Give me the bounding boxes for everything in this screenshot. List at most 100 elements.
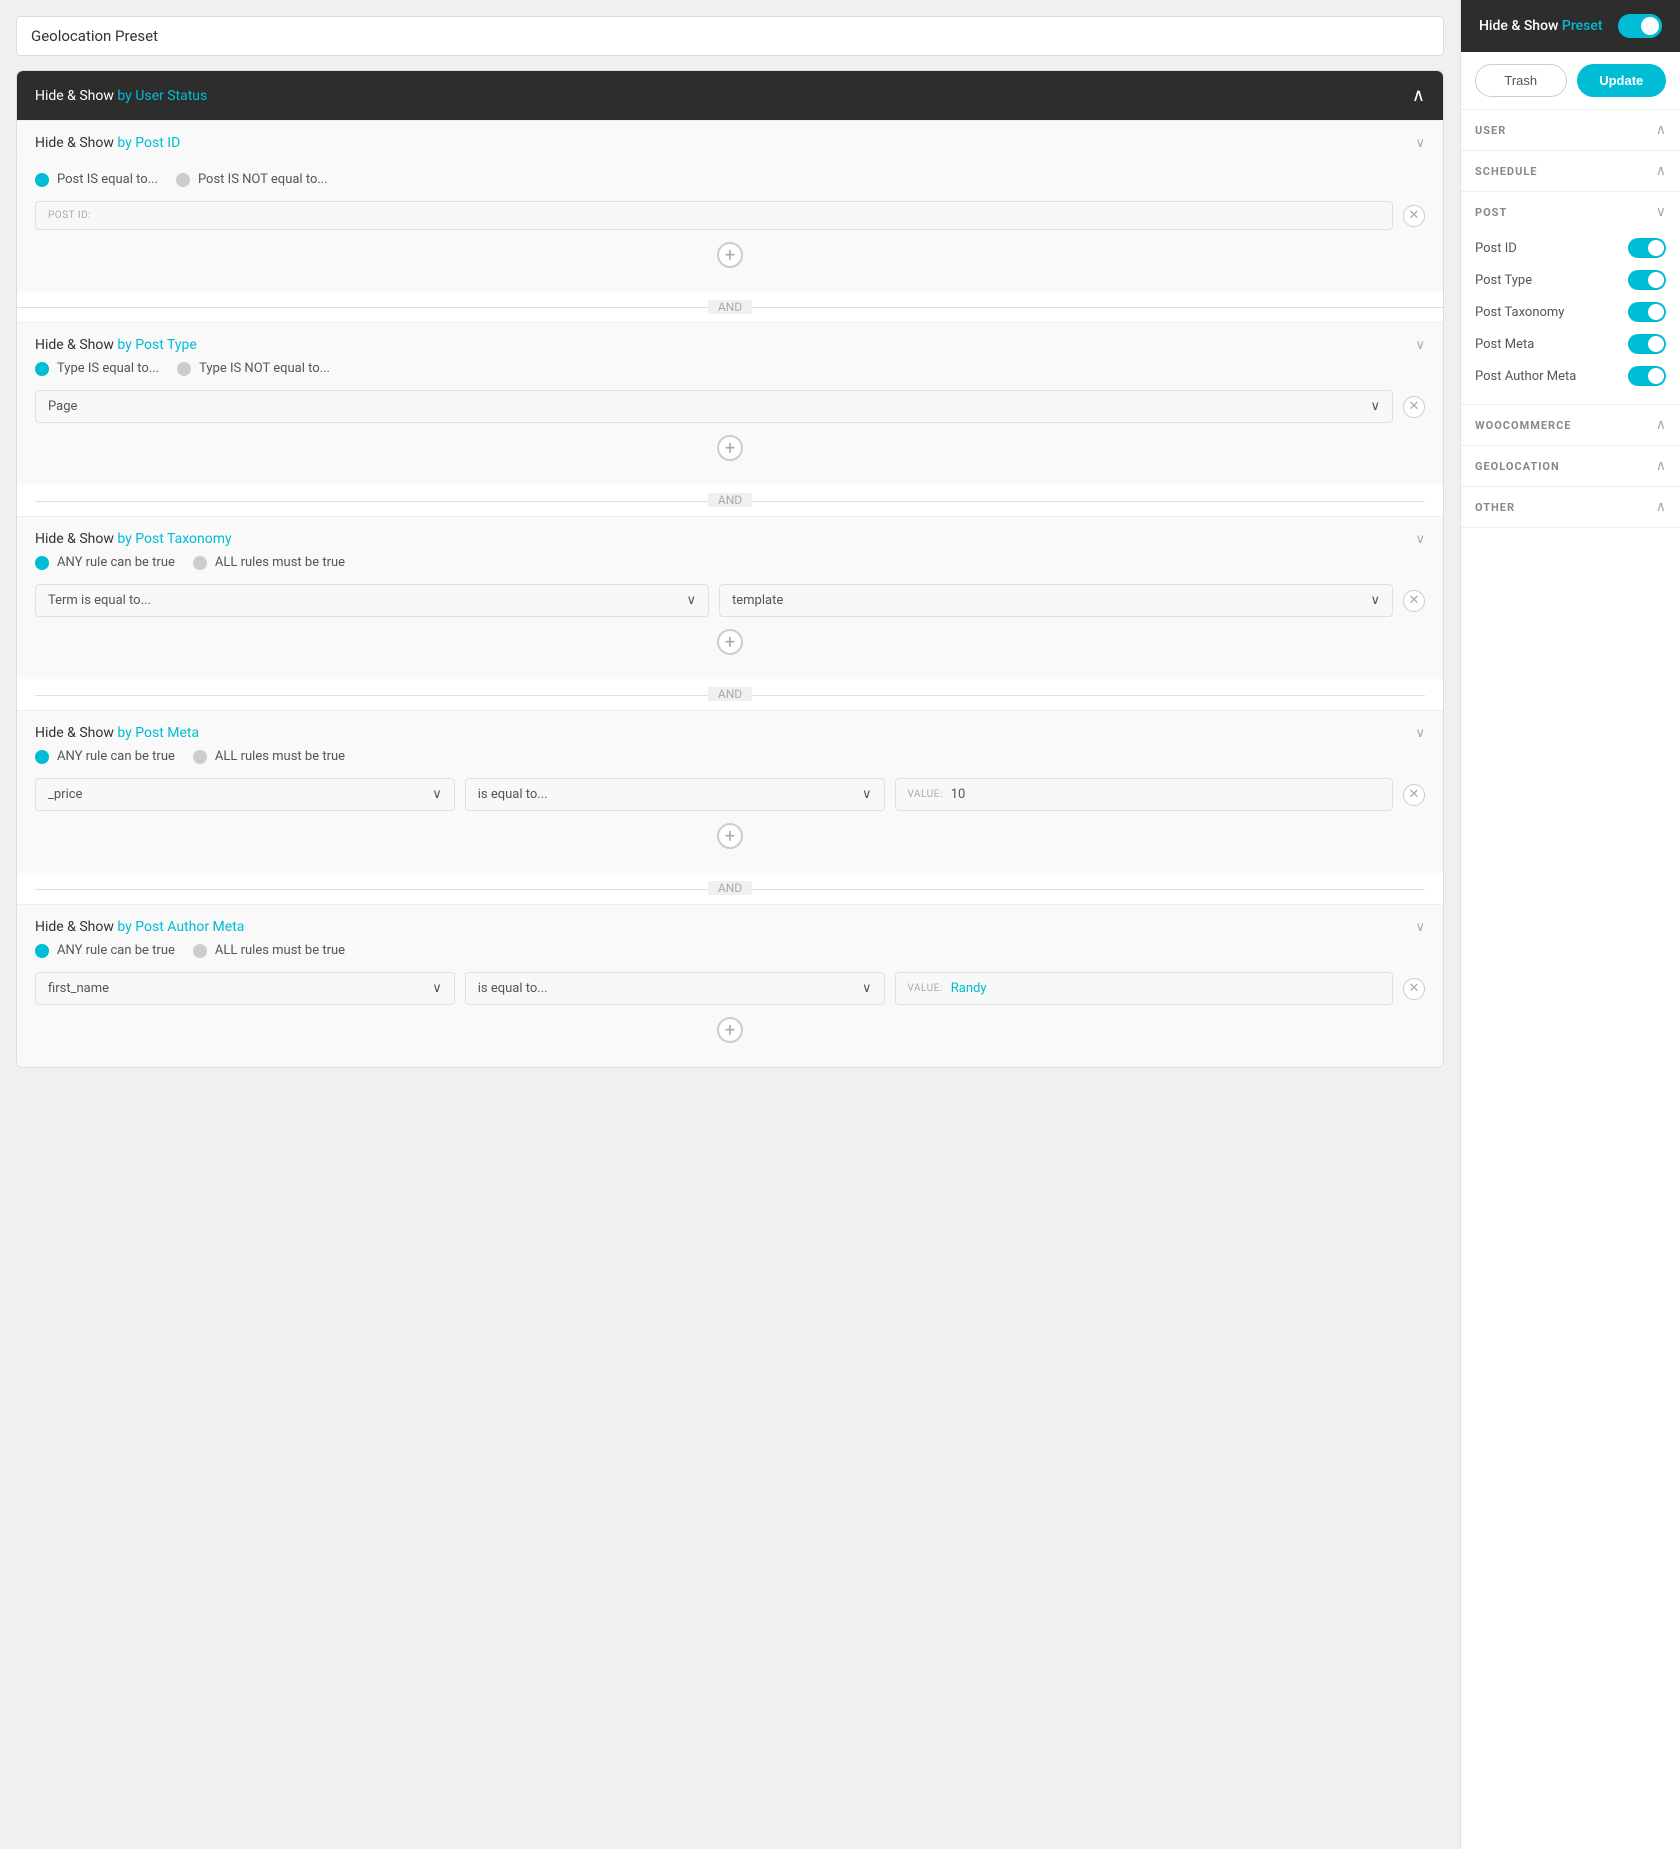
post-id-add-btn[interactable]: + — [717, 242, 743, 268]
post-id-header[interactable]: Hide & Show by Post ID ∨ — [17, 121, 1443, 160]
trash-button[interactable]: Trash — [1475, 64, 1567, 97]
post-meta-option-any[interactable]: ANY rule can be true — [35, 749, 175, 764]
right-post-id-row: Post ID — [1475, 232, 1666, 264]
update-button[interactable]: Update — [1577, 64, 1667, 97]
main-toggle[interactable] — [1618, 14, 1662, 38]
post-meta-input-row: _price ∨ is equal to... ∨ VALUE: 10 ✕ — [35, 778, 1425, 811]
right-post-body: Post ID Post Type Post Taxonomy Post Met… — [1461, 232, 1680, 404]
right-post-section: POST ∨ Post ID Post Type Post Taxonomy P… — [1461, 192, 1680, 405]
post-meta-section: Hide & Show by Post Meta ∨ ANY rule can … — [17, 710, 1443, 873]
post-type-active-dot — [35, 362, 49, 376]
post-author-meta-section: Hide & Show by Post Author Meta ∨ ANY ru… — [17, 904, 1443, 1067]
post-id-clear[interactable]: ✕ — [1403, 205, 1425, 227]
post-type-input-row: Page ∨ ✕ — [35, 390, 1425, 423]
post-type-dropdown-chevron: ∨ — [1370, 399, 1380, 414]
post-type-header[interactable]: Hide & Show by Post Type ∨ — [17, 323, 1443, 361]
post-type-option-not-equal[interactable]: Type IS NOT equal to... — [177, 361, 330, 376]
schedule-chevron: ∧ — [1656, 163, 1666, 179]
post-author-meta-header[interactable]: Hide & Show by Post Author Meta ∨ — [17, 905, 1443, 943]
post-id-toggle-row: Post IS equal to... Post IS NOT equal to… — [35, 172, 1425, 187]
post-author-meta-key-dropdown[interactable]: first_name ∨ — [35, 972, 455, 1005]
post-type-clear[interactable]: ✕ — [1403, 396, 1425, 418]
post-meta-option-all[interactable]: ALL rules must be true — [193, 749, 345, 764]
post-id-input[interactable]: POST ID: — [35, 201, 1393, 230]
post-author-meta-option-all[interactable]: ALL rules must be true — [193, 943, 345, 958]
post-author-meta-operator-dropdown[interactable]: is equal to... ∨ — [465, 972, 885, 1005]
geolocation-chevron: ∧ — [1656, 458, 1666, 474]
right-geolocation-section: GEOLOCATION ∧ — [1461, 446, 1680, 487]
post-type-toggle[interactable] — [1628, 270, 1666, 290]
post-taxonomy-clear[interactable]: ✕ — [1403, 590, 1425, 612]
post-meta-inactive-dot — [193, 750, 207, 764]
post-id-active-dot — [35, 173, 49, 187]
right-woocommerce-header[interactable]: WOOCOMMERCE ∧ — [1461, 405, 1680, 445]
post-taxonomy-toggle[interactable] — [1628, 302, 1666, 322]
post-id-chevron: ∨ — [1415, 136, 1425, 151]
post-taxonomy-active-dot — [35, 556, 49, 570]
right-actions: Trash Update — [1461, 52, 1680, 110]
post-id-option-not-equal[interactable]: Post IS NOT equal to... — [176, 172, 328, 187]
post-type-option-equal[interactable]: Type IS equal to... — [35, 361, 159, 376]
post-meta-add-btn[interactable]: + — [717, 823, 743, 849]
right-other-section: OTHER ∧ — [1461, 487, 1680, 528]
post-meta-clear[interactable]: ✕ — [1403, 784, 1425, 806]
post-type-dropdown[interactable]: Page ∨ — [35, 390, 1393, 423]
taxonomy-value-chevron: ∨ — [1370, 593, 1380, 608]
post-author-meta-toggle[interactable] — [1628, 366, 1666, 386]
and-3: AND — [17, 679, 1443, 710]
post-author-meta-add-btn[interactable]: + — [717, 1017, 743, 1043]
right-schedule-header[interactable]: SCHEDULE ∧ — [1461, 151, 1680, 191]
post-taxonomy-section: Hide & Show by Post Taxonomy ∨ ANY rule … — [17, 516, 1443, 679]
right-post-meta-row: Post Meta — [1475, 328, 1666, 360]
post-meta-active-dot — [35, 750, 49, 764]
post-taxonomy-add-btn[interactable]: + — [717, 629, 743, 655]
post-author-meta-clear[interactable]: ✕ — [1403, 978, 1425, 1000]
post-meta-toggle[interactable] — [1628, 334, 1666, 354]
post-id-option-equal[interactable]: Post IS equal to... — [35, 172, 158, 187]
post-taxonomy-value-dropdown[interactable]: template ∨ — [719, 584, 1393, 617]
post-author-meta-active-dot — [35, 944, 49, 958]
user-chevron: ∧ — [1656, 122, 1666, 138]
taxonomy-term-chevron: ∨ — [686, 593, 696, 608]
post-taxonomy-term-dropdown[interactable]: Term is equal to... ∨ — [35, 584, 709, 617]
post-taxonomy-input-row: Term is equal to... ∨ template ∨ ✕ — [35, 584, 1425, 617]
post-author-meta-option-any[interactable]: ANY rule can be true — [35, 943, 175, 958]
main-section-header[interactable]: Hide & Show by User Status ∧ — [17, 71, 1443, 120]
right-post-taxonomy-row: Post Taxonomy — [1475, 296, 1666, 328]
post-meta-operator-dropdown[interactable]: is equal to... ∨ — [465, 778, 885, 811]
right-header: Hide & Show Preset — [1461, 0, 1680, 52]
post-author-meta-key-chevron: ∨ — [432, 981, 442, 996]
post-meta-key-chevron: ∨ — [432, 787, 442, 802]
post-id-toggle[interactable] — [1628, 238, 1666, 258]
post-type-chevron: ∨ — [1415, 338, 1425, 353]
right-woocommerce-section: WOOCOMMERCE ∧ — [1461, 405, 1680, 446]
post-meta-value-input[interactable]: VALUE: 10 — [895, 778, 1394, 811]
post-taxonomy-chevron: ∨ — [1415, 532, 1425, 547]
post-author-meta-chevron: ∨ — [1415, 920, 1425, 935]
post-taxonomy-option-all[interactable]: ALL rules must be true — [193, 555, 345, 570]
right-schedule-section: SCHEDULE ∧ — [1461, 151, 1680, 192]
right-other-header[interactable]: OTHER ∧ — [1461, 487, 1680, 527]
post-meta-toggle-row: ANY rule can be true ALL rules must be t… — [35, 749, 1425, 764]
post-id-section: Hide & Show by Post ID ∨ Post IS equal t… — [17, 120, 1443, 292]
post-taxonomy-option-any[interactable]: ANY rule can be true — [35, 555, 175, 570]
post-meta-chevron: ∨ — [1415, 726, 1425, 741]
right-post-header[interactable]: POST ∨ — [1461, 192, 1680, 232]
post-id-input-row: POST ID: ✕ — [35, 201, 1425, 230]
post-author-meta-inactive-dot — [193, 944, 207, 958]
post-taxonomy-header[interactable]: Hide & Show by Post Taxonomy ∨ — [17, 517, 1443, 555]
right-user-section: USER ∧ — [1461, 110, 1680, 151]
right-geolocation-header[interactable]: GEOLOCATION ∧ — [1461, 446, 1680, 486]
post-type-add-btn[interactable]: + — [717, 435, 743, 461]
post-taxonomy-toggle-row: ANY rule can be true ALL rules must be t… — [35, 555, 1425, 570]
post-meta-header[interactable]: Hide & Show by Post Meta ∨ — [17, 711, 1443, 749]
preset-title[interactable]: Geolocation Preset — [16, 16, 1444, 56]
post-author-meta-value-input[interactable]: VALUE: Randy — [895, 972, 1394, 1005]
post-type-toggle-row: Type IS equal to... Type IS NOT equal to… — [35, 361, 1425, 376]
post-meta-key-dropdown[interactable]: _price ∨ — [35, 778, 455, 811]
right-user-header[interactable]: USER ∧ — [1461, 110, 1680, 150]
post-author-meta-input-row: first_name ∨ is equal to... ∨ VALUE: Ran… — [35, 972, 1425, 1005]
post-type-section: Hide & Show by Post Type ∨ Type IS equal… — [17, 322, 1443, 485]
other-chevron: ∧ — [1656, 499, 1666, 515]
main-header-chevron: ∧ — [1412, 85, 1425, 106]
